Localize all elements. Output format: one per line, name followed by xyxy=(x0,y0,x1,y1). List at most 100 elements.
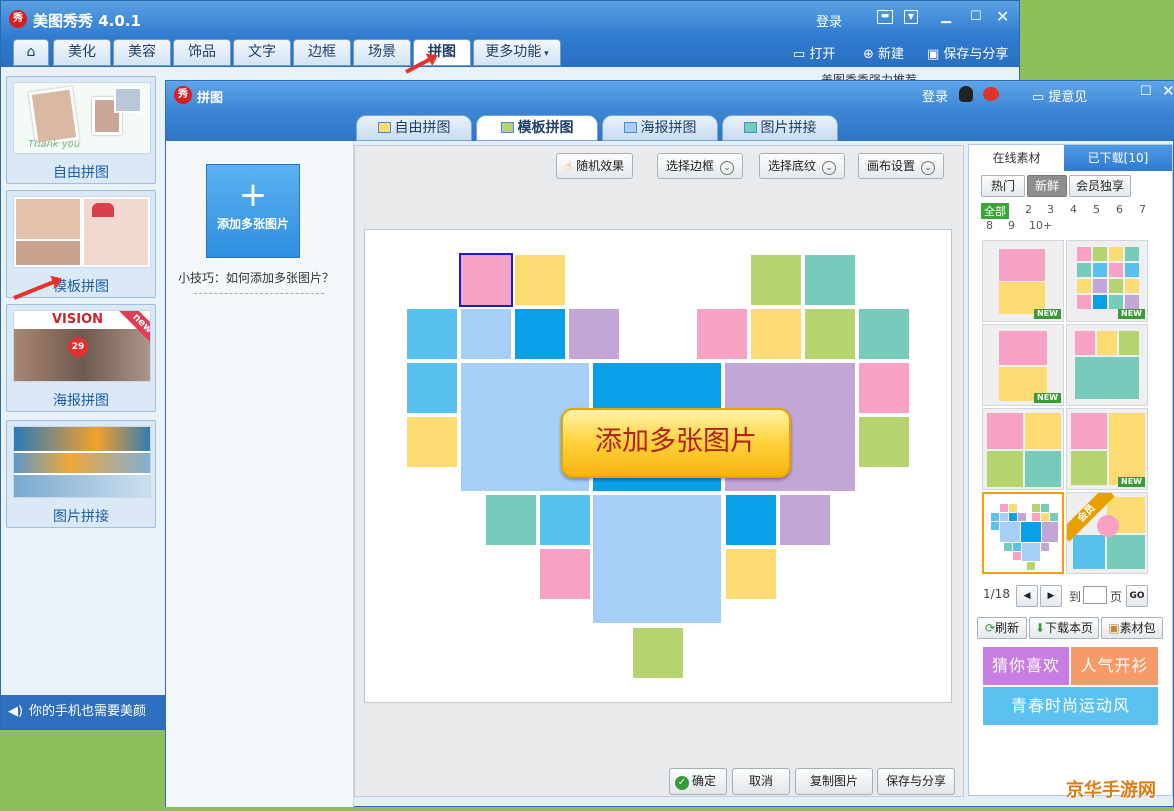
template-cell[interactable] xyxy=(407,363,457,413)
card-image-stitch[interactable]: 图片拼接 xyxy=(6,420,156,528)
template-cell[interactable] xyxy=(751,255,801,305)
template-cell[interactable] xyxy=(515,309,565,359)
refresh-button[interactable]: ⟳刷新 xyxy=(977,617,1027,639)
new-button[interactable]: ⊕ 新建 xyxy=(863,43,904,62)
template-thumbnail[interactable] xyxy=(982,408,1064,490)
cancel-button[interactable]: 取消 xyxy=(732,768,790,795)
tab-decoration[interactable]: 饰品 xyxy=(173,39,231,66)
tab-border[interactable]: 边框 xyxy=(293,39,351,66)
template-thumbnail[interactable]: NEW xyxy=(982,240,1064,322)
template-cell[interactable] xyxy=(407,309,457,359)
filter-4[interactable]: 4 xyxy=(1070,203,1077,216)
tab-poster-collage[interactable]: 海报拼图 xyxy=(602,115,718,141)
banner-guess-you-like[interactable]: 猜你喜欢 xyxy=(983,647,1069,685)
card-free-collage[interactable]: Thank you 自由拼图 xyxy=(6,76,156,184)
filter-7[interactable]: 7 xyxy=(1139,203,1146,216)
dialog-maximize-icon[interactable]: ☐ xyxy=(1140,84,1152,99)
template-cell[interactable] xyxy=(780,495,830,545)
template-cell[interactable] xyxy=(726,495,776,545)
collage-canvas[interactable]: 添加多张图片 xyxy=(364,229,952,703)
filter-8[interactable]: 8 xyxy=(986,219,993,232)
tip-link[interactable]: 小技巧：如何添加多张图片？ xyxy=(178,269,334,286)
maximize-icon[interactable]: ☐ xyxy=(970,9,982,24)
material-pack-button[interactable]: ▣素材包 xyxy=(1101,617,1163,639)
subtab-fresh[interactable]: 新鲜 xyxy=(1027,175,1067,197)
download-page-button[interactable]: ⬇下载本页 xyxy=(1029,617,1099,639)
tab-scene[interactable]: 场景 xyxy=(353,39,411,66)
template-cell[interactable] xyxy=(697,309,747,359)
template-thumbnail[interactable] xyxy=(1066,324,1148,406)
tab-text[interactable]: 文字 xyxy=(233,39,291,66)
prev-page-button[interactable]: ◀ xyxy=(1016,585,1038,607)
weibo-icon[interactable] xyxy=(983,87,999,101)
filter-3[interactable]: 3 xyxy=(1047,203,1054,216)
message-icon[interactable]: ▬ xyxy=(877,10,893,24)
template-cell[interactable] xyxy=(486,495,536,545)
choose-border-button[interactable]: 选择边框 ⌄ xyxy=(657,153,744,179)
template-cell[interactable] xyxy=(515,255,565,305)
tab-image-stitch[interactable]: 图片拼接 xyxy=(722,115,838,141)
template-cell[interactable] xyxy=(859,417,909,467)
card-poster-collage[interactable]: VISION 29 new 海报拼图 xyxy=(6,304,156,412)
subtab-member[interactable]: 会员独享 xyxy=(1069,175,1131,197)
template-cell[interactable] xyxy=(859,363,909,413)
go-button[interactable]: GO xyxy=(1126,585,1148,607)
qq-icon[interactable] xyxy=(959,86,973,102)
tab-more[interactable]: 更多功能 ▾ xyxy=(473,39,561,66)
tab-home[interactable]: ⌂ xyxy=(13,39,49,66)
template-thumbnail-heart[interactable] xyxy=(982,492,1064,574)
canvas-add-images-button[interactable]: 添加多张图片 xyxy=(561,408,791,478)
subtab-hot[interactable]: 热门 xyxy=(981,175,1025,197)
tab-template-collage[interactable]: 模板拼图 xyxy=(476,115,598,141)
minimize-icon[interactable]: ▁ xyxy=(941,9,951,24)
copy-image-button[interactable]: 复制图片 xyxy=(795,768,873,795)
main-login-link[interactable]: 登录 xyxy=(816,11,842,30)
filter-10plus[interactable]: 10+ xyxy=(1029,219,1052,232)
template-cell[interactable] xyxy=(805,309,855,359)
random-effect-button[interactable]: ☝ 随机效果 xyxy=(556,153,634,179)
banner-sporty-style[interactable]: 青春时尚运动风 xyxy=(983,687,1158,725)
add-images-button[interactable]: + 添加多张图片 xyxy=(206,164,300,258)
template-cell[interactable] xyxy=(633,628,683,678)
dialog-close-icon[interactable]: ✕ xyxy=(1162,82,1174,100)
ok-button[interactable]: ✓ 确定 xyxy=(669,768,727,795)
template-cell[interactable] xyxy=(407,417,457,467)
tab-beautify[interactable]: 美化 xyxy=(53,39,111,66)
template-cell[interactable] xyxy=(805,255,855,305)
filter-all[interactable]: 全部 xyxy=(981,203,1009,219)
template-cell[interactable] xyxy=(859,309,909,359)
phone-promo-bar[interactable]: ◀) 你的手机也需要美颜 xyxy=(1,695,165,729)
template-cell[interactable] xyxy=(751,309,801,359)
filter-5[interactable]: 5 xyxy=(1093,203,1100,216)
banner-popular-cardigan[interactable]: 人气开衫 xyxy=(1071,647,1158,685)
filter-6[interactable]: 6 xyxy=(1116,203,1123,216)
dialog-login-link[interactable]: 登录 xyxy=(922,86,948,105)
template-cell[interactable] xyxy=(726,549,776,599)
tab-online-material[interactable]: 在线素材 xyxy=(969,145,1064,171)
template-thumbnail[interactable]: NEW xyxy=(1066,408,1148,490)
template-cell[interactable] xyxy=(461,309,511,359)
open-button[interactable]: ▭ 打开 xyxy=(793,43,835,62)
save-share-button[interactable]: 保存与分享 xyxy=(877,768,955,795)
tab-beauty[interactable]: 美容 xyxy=(113,39,171,66)
choose-texture-button[interactable]: 选择底纹 ⌄ xyxy=(759,153,846,179)
main-save-share-button[interactable]: ▣ 保存与分享 xyxy=(927,43,1008,62)
canvas-settings-button[interactable]: 画布设置 ⌄ xyxy=(858,153,945,179)
card-template-collage[interactable]: 模板拼图 xyxy=(6,190,156,298)
template-cell[interactable] xyxy=(569,309,619,359)
template-thumbnail[interactable]: NEW xyxy=(1066,240,1148,322)
feedback-button[interactable]: ▭ 提意见 xyxy=(1032,86,1087,105)
filter-2[interactable]: 2 xyxy=(1025,203,1032,216)
skin-icon[interactable]: ▼ xyxy=(904,10,918,24)
close-icon[interactable]: ✕ xyxy=(996,7,1009,26)
filter-9[interactable]: 9 xyxy=(1008,219,1015,232)
page-number-input[interactable] xyxy=(1083,586,1107,604)
template-cell[interactable] xyxy=(540,495,590,545)
next-page-button[interactable]: ▶ xyxy=(1040,585,1062,607)
tab-downloaded[interactable]: 已下载[10] xyxy=(1064,145,1172,171)
template-cell[interactable] xyxy=(540,549,590,599)
template-thumbnail[interactable]: NEW xyxy=(982,324,1064,406)
template-cell[interactable] xyxy=(593,495,721,623)
tab-free-collage[interactable]: 自由拼图 xyxy=(356,115,472,141)
template-thumbnail-member[interactable]: 会员 xyxy=(1066,492,1148,574)
